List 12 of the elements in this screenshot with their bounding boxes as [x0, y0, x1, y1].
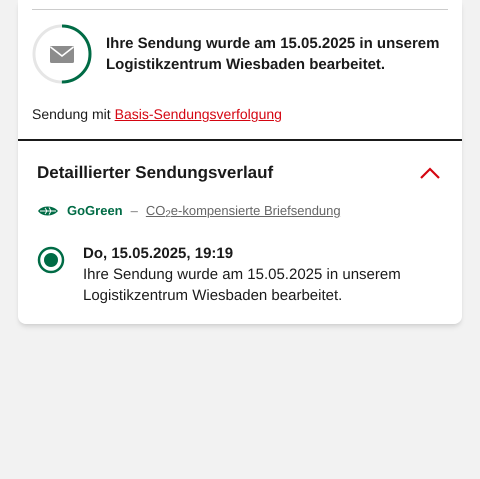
gogreen-label: GoGreen	[67, 202, 123, 220]
tracking-link[interactable]: Basis-Sendungsverfolgung	[114, 104, 282, 125]
collapse-button[interactable]	[419, 166, 441, 180]
event-description: Ihre Sendung wurde am 15.05.2025 in unserem Logistikzentrum Wiesbaden bearbeitet.	[83, 264, 402, 306]
envelope-icon	[50, 46, 74, 63]
status-message: Ihre Sendung wurde am 15.05.2025 in unserem Logistikzentrum Wiesbaden bearbeitet.	[106, 34, 440, 75]
event-date: Do, 15.05.2025, 19:19	[83, 244, 234, 264]
leaf-icon	[37, 204, 59, 217]
tracking-label: Sendung mit	[32, 105, 111, 124]
gogreen-link[interactable]: CO$_{2}$e-kompensierte Briefsendung	[146, 201, 341, 220]
separator: –	[130, 202, 138, 220]
section-title: Detaillierter Sendungsverlauf	[37, 162, 274, 184]
